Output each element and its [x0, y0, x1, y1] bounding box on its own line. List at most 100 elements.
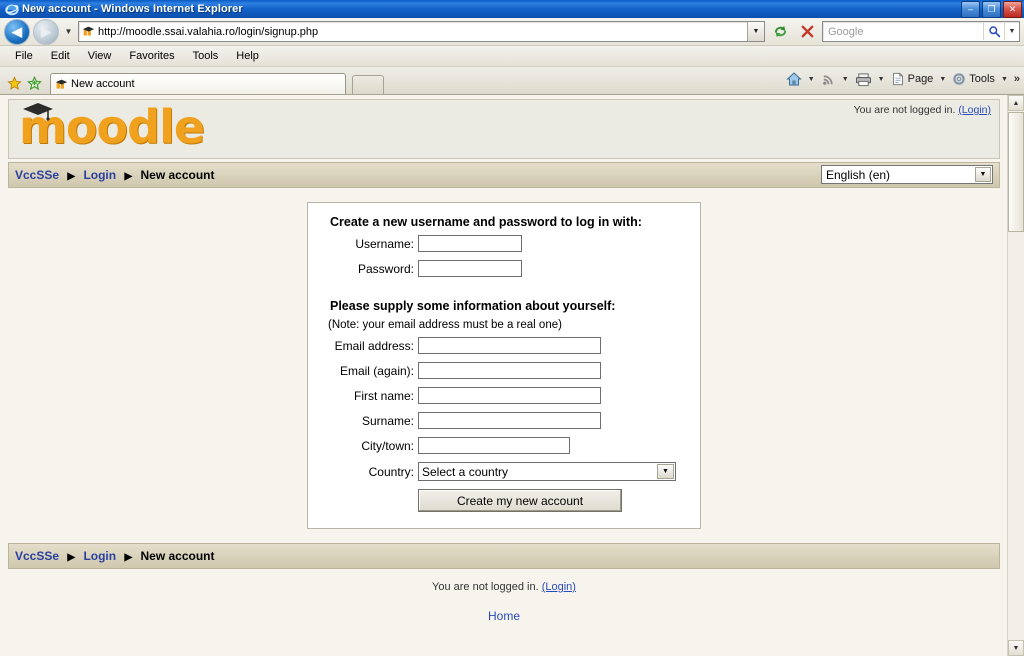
restore-button[interactable]: ❐ [982, 1, 1001, 18]
form-row-email: Email address: [308, 337, 700, 354]
page-dropdown-icon[interactable]: ▼ [936, 76, 949, 83]
command-overflow-icon[interactable]: » [1012, 73, 1020, 85]
chevron-down-icon[interactable]: ▼ [657, 464, 674, 479]
add-to-favorites-icon[interactable] [24, 72, 44, 94]
first-name-input[interactable] [418, 387, 601, 404]
page-viewport: moodle You are not logged in. (Login) Vc… [0, 95, 1024, 656]
footer-breadcrumb: VccSSe ▶ Login ▶ New account [15, 549, 215, 563]
window-controls: – ❐ ✕ [961, 1, 1022, 18]
search-dropdown-icon[interactable]: ▼ [1004, 23, 1019, 40]
site-header: moodle You are not logged in. (Login) [8, 99, 1000, 159]
feeds-dropdown-icon[interactable]: ▼ [839, 76, 852, 83]
username-label: Username: [355, 236, 414, 251]
country-select[interactable]: Select a country ▼ [418, 462, 676, 481]
footer-home-link[interactable]: Home [488, 609, 520, 623]
refresh-button[interactable] [768, 20, 792, 43]
footer-breadcrumb-current: New account [140, 549, 215, 563]
close-button[interactable]: ✕ [1003, 1, 1022, 18]
stop-button[interactable] [795, 20, 819, 43]
scroll-up-button[interactable]: ▲ [1008, 95, 1024, 111]
email-note: (Note: your email address must be a real… [328, 319, 562, 331]
footer-home: Home [0, 607, 1008, 625]
menu-bar: File Edit View Favorites Tools Help [0, 46, 1024, 67]
email-again-label: Email (again): [339, 363, 414, 378]
password-input[interactable] [418, 260, 522, 277]
menu-item-tools[interactable]: Tools [184, 48, 228, 64]
gear-icon [952, 72, 966, 86]
footer-breadcrumb-link-vccsse[interactable]: VccSSe [15, 549, 59, 563]
print-icon[interactable] [853, 71, 874, 88]
history-dropdown-icon[interactable]: ▼ [62, 27, 75, 36]
menu-item-help[interactable]: Help [227, 48, 268, 64]
form-row-first-name: First name: [308, 387, 700, 404]
browser-tab-new-account[interactable]: New account [50, 73, 346, 94]
breadcrumb-separator-icon: ▶ [67, 552, 76, 563]
tab-title: New account [71, 78, 135, 90]
moodle-page: moodle You are not logged in. (Login) Vc… [0, 95, 1008, 656]
favorites-center-icon[interactable] [4, 72, 24, 94]
feeds-icon[interactable] [819, 71, 838, 88]
page-menu-button[interactable]: Page [889, 71, 936, 87]
surname-input[interactable] [418, 412, 601, 429]
window-title: New account - Windows Internet Explorer [22, 3, 243, 15]
menu-item-edit[interactable]: Edit [42, 48, 79, 64]
form-row-surname: Surname: [308, 412, 700, 429]
minimize-button[interactable]: – [961, 1, 980, 18]
language-select[interactable]: English (en) ▼ [821, 165, 993, 184]
footer-breadcrumb-link-login[interactable]: Login [83, 549, 116, 563]
header-login-link[interactable]: (Login) [958, 104, 991, 116]
breadcrumb-separator-icon: ▶ [124, 552, 133, 563]
language-select-value: English (en) [826, 167, 891, 182]
graduation-cap-icon [21, 100, 55, 121]
home-icon[interactable] [784, 70, 804, 88]
home-dropdown-icon[interactable]: ▼ [805, 76, 818, 83]
menu-item-favorites[interactable]: Favorites [120, 48, 183, 64]
tools-menu-label: Tools [969, 73, 995, 85]
new-tab-button[interactable] [352, 75, 384, 94]
first-name-label: First name: [353, 388, 414, 403]
tools-dropdown-icon[interactable]: ▼ [998, 76, 1011, 83]
moodle-favicon [82, 25, 95, 38]
credentials-heading: Create a new username and password to lo… [330, 215, 642, 229]
tab-bar: New account ▼ ▼ ▼ Page ▼ Tools ▼ » [0, 67, 1024, 95]
menu-item-view[interactable]: View [79, 48, 121, 64]
login-status-text: You are not logged in. [853, 104, 956, 116]
address-dropdown-icon[interactable]: ▼ [747, 22, 764, 41]
breadcrumb-link-login[interactable]: Login [83, 168, 116, 182]
footer-login-status-text: You are not logged in. [432, 581, 539, 593]
country-select-value: Select a country [422, 464, 509, 479]
form-row-country: Country: Select a country ▼ [308, 462, 700, 481]
footer-breadcrumb-bar: VccSSe ▶ Login ▶ New account [8, 543, 1000, 569]
email-again-input[interactable] [418, 362, 601, 379]
search-input[interactable]: Google [823, 26, 983, 38]
address-bar-row: ◀ ▶ ▼ http://moodle.ssai.valahia.ro/logi… [0, 18, 1024, 46]
create-account-button[interactable]: Create my new account [418, 489, 622, 512]
back-button[interactable]: ◀ [4, 18, 30, 45]
address-input[interactable]: http://moodle.ssai.valahia.ro/login/sign… [78, 21, 765, 42]
page-menu-label: Page [907, 73, 934, 85]
breadcrumb-separator-icon: ▶ [124, 171, 133, 182]
username-input[interactable] [418, 235, 522, 252]
email-address-input[interactable] [418, 337, 601, 354]
form-row-city: City/town: [308, 437, 700, 454]
moodle-favicon [55, 78, 68, 91]
menu-item-file[interactable]: File [6, 48, 42, 64]
city-town-input[interactable] [418, 437, 570, 454]
page-icon [891, 72, 905, 86]
scrollbar-thumb[interactable] [1008, 112, 1024, 232]
search-box[interactable]: Google ▼ [822, 21, 1020, 42]
breadcrumb-link-vccsse[interactable]: VccSSe [15, 168, 59, 182]
search-icon[interactable] [983, 23, 1004, 40]
tools-menu-button[interactable]: Tools [950, 71, 997, 87]
breadcrumb-current: New account [140, 168, 215, 182]
print-dropdown-icon[interactable]: ▼ [875, 76, 888, 83]
vertical-scrollbar[interactable]: ▲ ▼ [1007, 95, 1024, 656]
chevron-down-icon[interactable]: ▼ [975, 167, 991, 182]
form-row-username: Username: [308, 235, 700, 252]
breadcrumb-separator-icon: ▶ [67, 171, 76, 182]
footer-login-status: You are not logged in. (Login) [0, 581, 1008, 593]
footer-login-link[interactable]: (Login) [542, 581, 576, 593]
scroll-down-button[interactable]: ▼ [1008, 640, 1024, 656]
forward-button[interactable]: ▶ [33, 18, 59, 45]
form-row-email-again: Email (again): [308, 362, 700, 379]
